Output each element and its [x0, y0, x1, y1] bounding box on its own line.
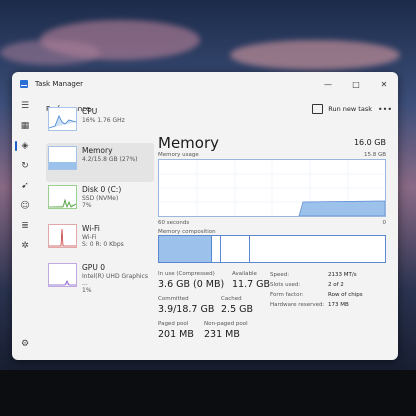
- perf-item-cpu[interactable]: CPU 16% 1.76 GHz: [46, 104, 154, 143]
- form-factor-label: Form factor:: [270, 292, 304, 298]
- hardware-reserved-value: 173 MB: [328, 302, 349, 308]
- perf-item-detail: Intel(R) UHD Graphics ...: [82, 273, 148, 287]
- perf-item-name: CPU: [82, 107, 98, 116]
- perf-item-wifi[interactable]: Wi-Fi Wi-Fi S: 0 R: 0 Kbps: [46, 221, 154, 260]
- available-value: 11.7 GB: [232, 279, 271, 290]
- memory-usage-max: 15.8 GB: [363, 152, 386, 158]
- details-icon[interactable]: ≣: [12, 216, 38, 236]
- run-new-task-label: Run new task: [328, 105, 372, 113]
- composition-standby: [221, 236, 250, 262]
- nonpaged-pool-label: Non-paged pool: [204, 321, 248, 327]
- slots-label: Slots used:: [270, 282, 301, 288]
- available-label: Available: [232, 271, 257, 277]
- startup-icon[interactable]: ➹: [12, 176, 38, 196]
- speed-label: Speed:: [270, 272, 290, 278]
- title-bar: Task Manager — □ ✕: [12, 72, 398, 96]
- memory-composition-bar: [158, 235, 386, 263]
- composition-modified: [212, 236, 221, 262]
- disk-thumbnail: [48, 185, 77, 209]
- settings-icon[interactable]: ⚙: [12, 334, 38, 354]
- nav-sidebar: ☰ ▦ ◈ ↻ ➹ ☺ ≣ ✲ ⚙: [12, 96, 38, 360]
- wifi-thumbnail: [48, 224, 77, 248]
- memory-title: Memory: [158, 134, 220, 152]
- performance-list: CPU 16% 1.76 GHz Memory 4.2/15.8 GB (27%…: [46, 104, 154, 299]
- more-options-icon[interactable]: •••: [372, 105, 398, 114]
- perf-item-name: Disk 0 (C:): [82, 185, 122, 194]
- minimize-button[interactable]: —: [314, 80, 342, 89]
- memory-usage-graph: [158, 159, 386, 217]
- committed-label: Committed: [158, 296, 189, 302]
- perf-item-name: Wi-Fi: [82, 224, 100, 233]
- composition-free: [250, 236, 385, 262]
- form-factor-value: Row of chips: [328, 292, 363, 298]
- perf-item-name: GPU 0: [82, 263, 105, 272]
- gpu-thumbnail: [48, 263, 77, 287]
- task-manager-icon: [20, 80, 28, 88]
- perf-item-disk[interactable]: Disk 0 (C:) SSD (NVMe) 7%: [46, 182, 154, 221]
- cached-value: 2.5 GB: [221, 304, 254, 315]
- maximize-button[interactable]: □: [342, 80, 370, 89]
- users-icon[interactable]: ☺: [12, 196, 38, 216]
- memory-panel: Memory 16.0 GB Memory usage 15.8 GB 60 s…: [158, 128, 396, 360]
- composition-in-use: [159, 236, 212, 262]
- run-new-task-button[interactable]: Run new task: [312, 104, 372, 114]
- perf-item-detail: 4.2/15.8 GB (27%): [82, 156, 138, 163]
- slots-value: 2 of 2: [328, 282, 344, 288]
- graph-time-right: 0: [382, 220, 387, 226]
- paged-pool-label: Paged pool: [158, 321, 189, 327]
- run-task-icon: [312, 104, 324, 114]
- memory-total: 16.0 GB: [353, 138, 386, 147]
- perf-item-detail: S: 0 R: 0 Kbps: [82, 241, 124, 248]
- perf-item-detail: SSD (NVMe): [82, 195, 119, 202]
- perf-item-name: Memory: [82, 146, 113, 155]
- committed-value: 3.9/18.7 GB: [158, 304, 215, 315]
- nonpaged-pool-value: 231 MB: [204, 329, 240, 340]
- close-button[interactable]: ✕: [370, 80, 398, 89]
- memory-thumbnail: [48, 146, 77, 170]
- paged-pool-value: 201 MB: [158, 329, 194, 340]
- perf-item-detail: Wi-Fi: [82, 234, 97, 241]
- graph-time-left: 60 seconds: [158, 220, 190, 226]
- performance-icon[interactable]: ◈: [12, 136, 38, 156]
- cpu-thumbnail: [48, 107, 77, 131]
- processes-icon[interactable]: ▦: [12, 116, 38, 136]
- menu-icon[interactable]: ☰: [12, 96, 38, 116]
- background-cloud: [0, 40, 100, 65]
- background-cloud: [230, 40, 400, 70]
- history-icon[interactable]: ↻: [12, 156, 38, 176]
- services-icon[interactable]: ✲: [12, 236, 38, 256]
- in-use-value: 3.6 GB (0 MB): [158, 279, 225, 290]
- task-manager-window: Task Manager — □ ✕ ☰ ▦ ◈ ↻ ➹ ☺ ≣ ✲ ⚙ Per…: [12, 72, 398, 360]
- memory-usage-graph-svg: [159, 160, 386, 217]
- memory-usage-label: Memory usage: [158, 152, 199, 158]
- perf-item-detail: 1%: [82, 287, 92, 294]
- perf-item-memory[interactable]: Memory 4.2/15.8 GB (27%): [46, 143, 154, 182]
- perf-item-detail: 16% 1.76 GHz: [82, 117, 125, 124]
- hardware-reserved-label: Hardware reserved:: [270, 302, 325, 308]
- window-title: Task Manager: [35, 80, 84, 88]
- perf-item-detail: 7%: [82, 202, 92, 209]
- monitor-bezel: [0, 370, 416, 416]
- cached-label: Cached: [221, 296, 242, 302]
- in-use-label: In use (Compressed): [158, 271, 215, 277]
- perf-item-gpu[interactable]: GPU 0 Intel(R) UHD Graphics ... 1%: [46, 260, 154, 299]
- speed-value: 2133 MT/s: [328, 272, 357, 278]
